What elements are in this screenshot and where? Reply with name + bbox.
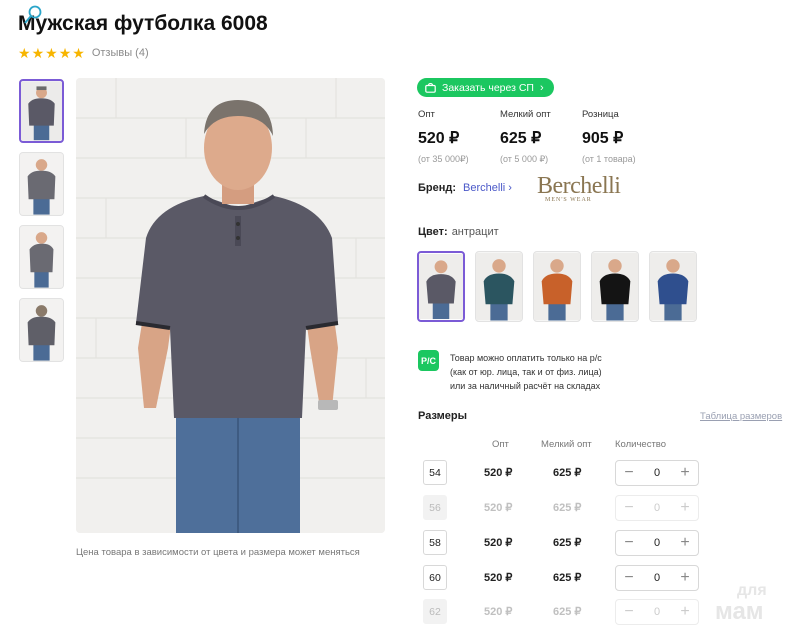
star-icon: ★ [18,45,31,61]
color-swatch[interactable] [475,251,523,322]
brand-row: Бренд: Berchelli › [418,182,512,194]
size-price-opt: 520 ₽ [484,502,513,514]
color-row: Цвет: антрацит [418,226,499,238]
color-label: Цвет: [418,226,448,238]
reviews-link[interactable]: Отзывы (4) [92,47,149,59]
size-row: 62 520 ₽ 625 ₽ − 0 + [423,599,703,625]
plus-icon[interactable]: + [678,535,692,551]
size-price-small-opt: 625 ₽ [553,467,582,479]
size-label[interactable]: 60 [423,565,447,590]
brand-logo[interactable]: Berchelli MEN'S WEAR [537,174,647,206]
plus-icon: + [680,603,690,620]
thumbnail-list [19,79,64,371]
minus-icon[interactable]: − [622,570,636,586]
payment-info: Товар можно оплатить только на р/с (как … [450,353,602,391]
price-small-wholesale: Мелкий опт 625 ₽ (от 5 000 ₽) [500,109,582,165]
thumbnail-front-2[interactable] [19,152,64,216]
minus-icon: − [624,499,634,516]
price-note: Цена товара в зависимости от цвета и раз… [76,547,360,558]
price-wholesale: Опт 520 ₽ (от 35 000₽) [418,109,500,165]
price-value: 520 ₽ [418,130,460,147]
size-price-opt: 520 ₽ [484,606,513,618]
plus-icon[interactable]: + [678,570,692,586]
minus-icon[interactable]: − [622,465,636,481]
price-value: 905 ₽ [582,130,624,147]
price-minimum: (от 1 товара) [582,154,636,164]
size-label: 62 [423,599,447,624]
watermark: для мам [715,582,767,625]
price-minimum: (от 35 000₽) [418,154,469,164]
size-price-opt: 520 ₽ [484,572,513,584]
quantity-value[interactable]: 0 [654,537,660,549]
color-swatch[interactable] [649,251,697,322]
quantity-value: 0 [653,606,661,618]
size-row: 54 520 ₽ 625 ₽ − 0 + [423,460,703,486]
size-chart-link[interactable]: Таблица размеров [700,411,782,422]
star-icon: ★ [72,45,85,61]
bank-transfer-icon: Р/С [418,350,439,371]
brand-label: Бренд: [418,182,457,194]
price-retail: Розница 905 ₽ (от 1 товара) [582,109,664,165]
price-block: Опт 520 ₽ (от 35 000₽) Мелкий опт 625 ₽ … [418,109,664,165]
thumbnail-side[interactable] [19,225,64,289]
quantity-stepper[interactable]: − 0 + [615,530,699,556]
brand-link[interactable]: Berchelli › [463,182,512,194]
size-label: 56 [423,495,447,520]
main-product-photo[interactable] [76,78,385,533]
sizes-title: Размеры [418,410,468,422]
quantity-value[interactable]: 0 [654,467,660,479]
star-icon: ★ [45,45,58,61]
star-icon: ★ [58,45,72,61]
color-swatch[interactable] [591,251,639,322]
plus-icon[interactable]: + [678,465,692,481]
quantity-stepper[interactable]: − 0 + [615,460,699,486]
size-label[interactable]: 54 [423,460,447,485]
size-price-small-opt: 625 ₽ [553,572,582,584]
color-value: антрацит [451,226,499,238]
size-price-small-opt: 625 ₽ [553,606,582,618]
header-quantity: Количество [615,439,667,450]
quantity-value[interactable]: 0 [654,572,660,584]
minus-icon[interactable]: − [622,535,636,551]
thumbnail-back[interactable] [19,298,64,362]
quantity-stepper: − 0 + [615,599,699,625]
quantity-stepper[interactable]: − 0 + [615,565,699,591]
size-row: 56 520 ₽ 625 ₽ − 0 + [423,495,703,521]
size-row: 58 520 ₽ 625 ₽ − 0 + [423,530,703,556]
price-minimum: (от 5 000 ₽) [500,154,549,164]
size-price-small-opt: 625 ₽ [553,502,582,514]
star-icon: ★ [31,45,45,61]
order-button-label: Заказать через СП [442,81,534,94]
color-swatch[interactable] [417,251,465,322]
price-label: Мелкий опт [500,109,551,120]
size-label[interactable]: 58 [423,530,447,555]
size-price-opt: 520 ₽ [484,537,513,549]
quantity-stepper: − 0 + [615,495,699,521]
size-price-small-opt: 625 ₽ [553,537,582,549]
zoom-icon[interactable] [22,4,44,26]
color-swatches [417,251,707,322]
price-label: Розница [582,109,619,120]
size-price-opt: 520 ₽ [484,467,513,479]
plus-icon: + [680,499,690,516]
price-value: 625 ₽ [500,130,542,147]
thumbnail-front[interactable] [19,79,64,143]
order-via-sp-button[interactable]: Заказать через СП › [417,78,554,97]
chevron-right-icon: › [539,81,544,94]
product-title: Мужская футболка 6008 [18,12,268,35]
cart-icon [425,82,436,93]
size-row: 60 520 ₽ 625 ₽ − 0 + [423,565,703,591]
minus-icon: − [624,603,634,620]
header-small-opt: Мелкий опт [541,439,592,450]
quantity-value: 0 [653,502,661,514]
rating[interactable]: ★ ★ ★ ★ ★ Отзывы (4) [18,46,149,60]
price-label: Опт [418,109,435,120]
header-opt: Опт [492,439,509,450]
color-swatch[interactable] [533,251,581,322]
